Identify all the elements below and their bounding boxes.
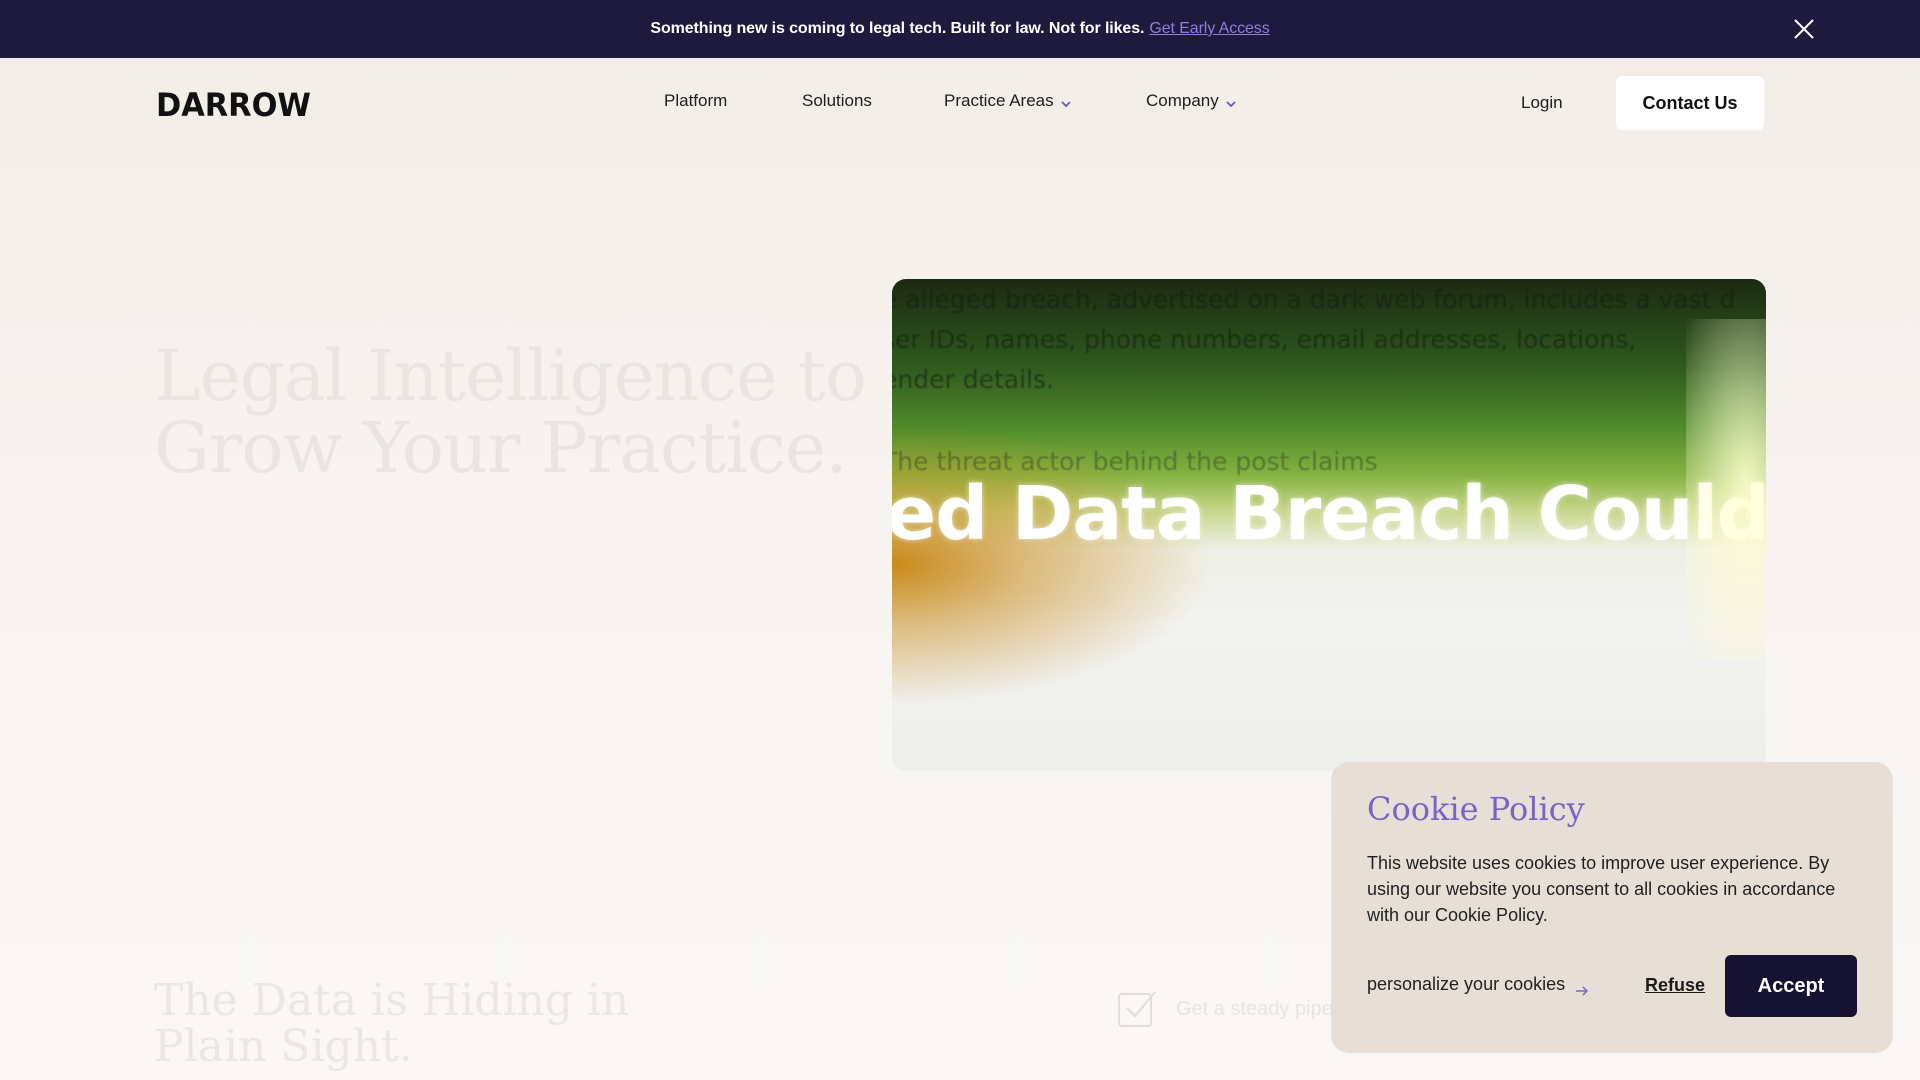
arrow-right-icon <box>1575 980 1589 996</box>
video-text-line: ender details. <box>892 365 1054 394</box>
darrow-logo[interactable]: DARROW <box>156 86 311 124</box>
chevron-down-icon <box>1225 95 1237 108</box>
close-icon[interactable] <box>1792 17 1816 41</box>
section-title-line-1: The Data is Hiding in <box>154 975 630 1026</box>
nav-solutions[interactable]: Solutions <box>802 91 872 111</box>
nav-practice-areas[interactable]: Practice Areas <box>944 91 1072 111</box>
contact-us-button[interactable]: Contact Us <box>1616 76 1764 130</box>
nav-platform-label: Platform <box>664 91 728 110</box>
personalize-cookies-label: personalize your cookies <box>1367 974 1566 994</box>
accept-button[interactable]: Accept <box>1725 955 1857 1017</box>
announcement-message: Something new is coming to legal tech. B… <box>650 20 1145 37</box>
early-access-link[interactable]: Get Early Access <box>1149 20 1269 38</box>
nav-solutions-label: Solutions <box>802 91 872 110</box>
video-text-line: ser IDs, names, phone numbers, email add… <box>892 325 1637 354</box>
hero-title-line-1: Legal Intelligence to <box>154 335 867 417</box>
nav-practice-areas-label: Practice Areas <box>944 91 1054 110</box>
hero-title-line-2: Grow Your Practice. <box>154 407 848 489</box>
login-link[interactable]: Login <box>1521 93 1563 113</box>
video-glow <box>1686 319 1766 659</box>
section-title: The Data is Hiding in Plain Sight. <box>154 978 654 1070</box>
chevron-down-icon <box>1060 95 1072 108</box>
nav-company-label: Company <box>1146 91 1219 110</box>
refuse-button[interactable]: Refuse <box>1645 975 1705 996</box>
cookie-banner: Cookie Policy This website uses cookies … <box>1331 762 1893 1053</box>
video-headline: ed Data Breach Could A <box>892 471 1766 557</box>
hero-video[interactable]: e alleged breach, advertised on a dark w… <box>892 279 1766 771</box>
announcement-bar: Something new is coming to legal tech. B… <box>0 0 1920 58</box>
checkbox-icon <box>1117 988 1157 1028</box>
nav-platform[interactable]: Platform <box>664 91 727 111</box>
video-text-line: e alleged breach, advertised on a dark w… <box>892 285 1736 314</box>
hero-title: Legal Intelligence to Grow Your Practice… <box>154 340 874 484</box>
section-title-line-2: Plain Sight. <box>154 1021 413 1072</box>
cookie-title: Cookie Policy <box>1367 790 1585 828</box>
personalize-cookies-link[interactable]: personalize your cookies <box>1367 974 1589 996</box>
nav-company[interactable]: Company <box>1146 91 1237 111</box>
cookie-body: This website uses cookies to improve use… <box>1367 853 1836 925</box>
feature-text: Get a steady pipe <box>1176 998 1333 1020</box>
